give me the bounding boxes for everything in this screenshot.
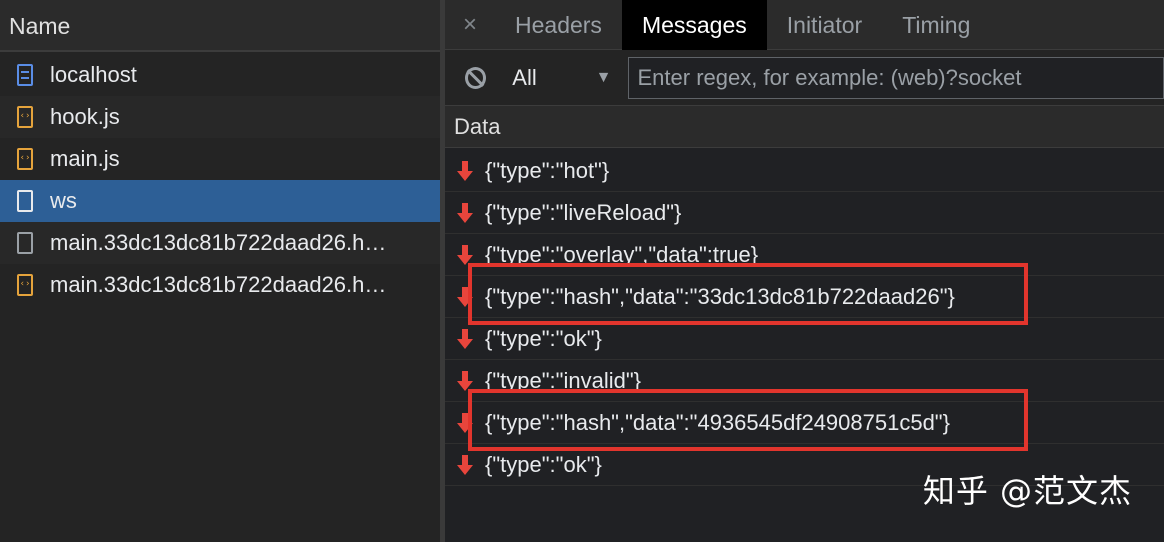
tab-headers[interactable]: Headers [495,0,622,50]
request-name: main.js [50,146,120,171]
message-row[interactable]: {"type":"hot"} [445,150,1164,192]
name-column-header[interactable]: Name [0,0,440,52]
request-row-main-hot-update[interactable]: main.33dc13dc81b722daad26.h… [0,222,440,264]
tab-initiator[interactable]: Initiator [767,0,882,50]
message-data: {"type":"hash","data":"4936545df24908751… [485,409,950,435]
clear-messages-icon[interactable] [465,66,487,89]
watermark: 知乎 @范文杰 [922,472,1132,510]
received-arrow-icon [457,202,473,224]
request-name: hook.js [50,104,120,129]
script-icon: ‹› [17,274,33,296]
request-row-main-hot-update-js[interactable]: ‹› main.33dc13dc81b722daad26.h… [0,264,440,306]
received-arrow-icon [457,244,473,266]
message-type-select[interactable]: All ▼ [512,65,617,91]
details-tabbar: × Headers Messages Initiator Timing [445,0,1164,50]
message-data: {"type":"hash","data":"33dc13dc81b722daa… [485,283,955,309]
data-column-header[interactable]: Data [445,106,1164,148]
message-data: {"type":"hot"} [485,157,610,183]
request-row-main-js[interactable]: ‹› main.js [0,138,440,180]
script-icon: ‹› [17,106,33,128]
message-row[interactable]: {"type":"hash","data":"33dc13dc81b722daa… [445,276,1164,318]
chevron-down-icon: ▼ [595,68,612,86]
script-icon: ‹› [17,148,33,170]
received-arrow-icon [457,286,473,308]
received-arrow-icon [457,328,473,350]
file-icon [17,232,33,254]
document-icon [17,64,33,86]
requests-panel: Name localhost ‹› hook.js ‹› main.js ws … [0,0,440,542]
received-arrow-icon [457,160,473,182]
request-name: ws [50,188,77,213]
request-row-ws[interactable]: ws [0,180,440,222]
message-type-value: All [512,64,537,90]
message-row[interactable]: {"type":"ok"} [445,318,1164,360]
tab-timing[interactable]: Timing [882,0,990,50]
messages-filter-bar: All ▼ [445,50,1164,106]
message-row[interactable]: {"type":"invalid"} [445,360,1164,402]
close-icon[interactable]: × [445,11,495,39]
received-arrow-icon [457,412,473,434]
message-row[interactable]: {"type":"overlay","data":true} [445,234,1164,276]
tab-messages[interactable]: Messages [621,0,767,50]
message-row[interactable]: {"type":"hash","data":"4936545df24908751… [445,402,1164,444]
regex-filter-input[interactable] [627,56,1164,99]
request-details-panel: × Headers Messages Initiator Timing All … [445,0,1164,542]
message-data: {"type":"liveReload"} [485,199,682,225]
message-row[interactable]: {"type":"liveReload"} [445,192,1164,234]
message-data: {"type":"invalid"} [485,367,641,393]
request-name: localhost [50,62,137,87]
request-name: main.33dc13dc81b722daad26.h… [50,272,387,297]
websocket-icon [17,190,33,212]
received-arrow-icon [457,370,473,392]
request-name: main.33dc13dc81b722daad26.h… [50,230,387,255]
request-row-hook-js[interactable]: ‹› hook.js [0,96,440,138]
received-arrow-icon [457,454,473,476]
message-data: {"type":"ok"} [485,451,602,477]
request-row-localhost[interactable]: localhost [0,54,440,96]
message-data: {"type":"ok"} [485,325,602,351]
message-data: {"type":"overlay","data":true} [485,241,759,267]
